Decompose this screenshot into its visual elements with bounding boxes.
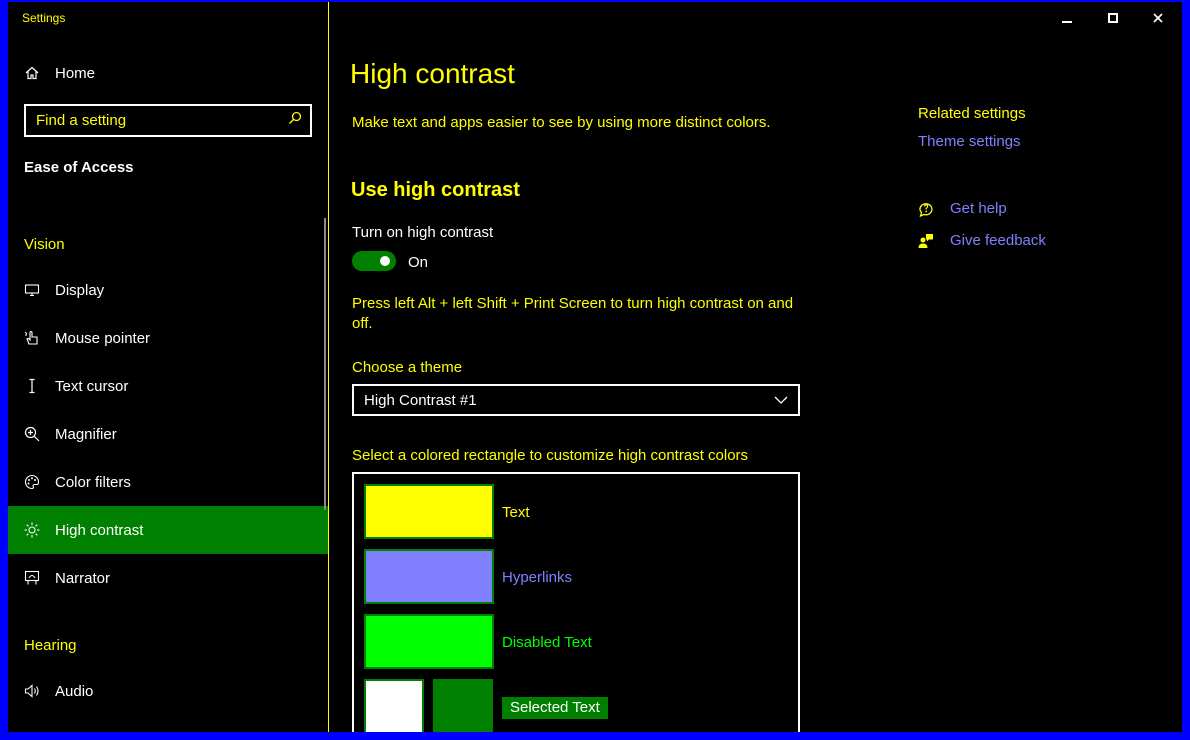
magnifier-icon [24, 426, 40, 442]
minimize-icon [1062, 21, 1072, 23]
group-heading-hearing: Hearing [24, 637, 77, 654]
page-title: High contrast [350, 58, 515, 89]
sidebar-item-label: Audio [55, 682, 94, 700]
related-settings-heading: Related settings [918, 105, 1026, 122]
sidebar-item-magnifier[interactable]: Magnifier [8, 410, 328, 458]
maximize-icon [1108, 13, 1118, 23]
help-icon [918, 201, 934, 217]
close-button[interactable] [1135, 2, 1181, 34]
get-help-label: Get help [950, 200, 1007, 217]
toggle-label: Turn on high contrast [352, 224, 494, 241]
sidebar-scrollbar[interactable] [324, 218, 326, 510]
speaker-icon [24, 683, 40, 699]
theme-dropdown-value: High Contrast #1 [364, 391, 477, 409]
shortcut-hint: Press left Alt + left Shift + Print Scre… [352, 295, 794, 332]
theme-label: Choose a theme [352, 359, 463, 376]
disabled-text-color-swatch[interactable] [364, 614, 494, 669]
text-color-label: Text [502, 504, 530, 521]
sidebar: Home Ease of Access Vision Display Mouse… [8, 2, 328, 732]
sidebar-item-audio[interactable]: Audio [8, 667, 328, 715]
text-cursor-icon [24, 378, 40, 394]
sidebar-home-label: Home [55, 64, 96, 82]
selected-text-foreground-swatch[interactable] [364, 679, 424, 732]
settings-window: Settings Home Ease of Access Vision [8, 2, 1182, 732]
colors-instruction: Select a colored rectangle to customize … [352, 447, 749, 464]
sidebar-item-mouse-pointer[interactable]: Mouse pointer [8, 314, 328, 362]
get-help-link[interactable]: Get help [918, 200, 1007, 217]
disabled-text-color-label: Disabled Text [502, 634, 592, 651]
group-heading-vision: Vision [24, 236, 65, 253]
page-description: Make text and apps easier to see by usin… [352, 114, 771, 131]
high-contrast-toggle[interactable] [352, 251, 396, 271]
sidebar-item-high-contrast[interactable]: High contrast [8, 506, 328, 554]
sidebar-item-color-filters[interactable]: Color filters [8, 458, 328, 506]
search-input[interactable] [36, 112, 266, 129]
mouse-pointer-icon [24, 330, 40, 346]
sidebar-item-label: Text cursor [55, 377, 129, 395]
brightness-icon [24, 522, 40, 538]
maximize-button[interactable] [1090, 2, 1136, 34]
sidebar-item-text-cursor[interactable]: Text cursor [8, 362, 328, 410]
sidebar-item-label: High contrast [55, 521, 144, 539]
toggle-knob [380, 256, 390, 266]
sidebar-item-label: Display [55, 281, 105, 299]
feedback-icon [918, 233, 934, 249]
sidebar-item-narrator[interactable]: Narrator [8, 554, 328, 602]
text-color-swatch[interactable] [364, 484, 494, 539]
hyperlinks-color-swatch[interactable] [364, 549, 494, 604]
give-feedback-label: Give feedback [950, 232, 1046, 249]
search-box[interactable] [24, 104, 312, 137]
hyperlinks-color-label: Hyperlinks [502, 569, 573, 586]
give-feedback-link[interactable]: Give feedback [918, 232, 1046, 249]
minimize-button[interactable] [1044, 2, 1090, 34]
theme-settings-link[interactable]: Theme settings [918, 133, 1021, 150]
sidebar-item-label: Mouse pointer [55, 329, 151, 347]
close-icon [1153, 13, 1163, 23]
sidebar-item-home[interactable]: Home [8, 49, 328, 97]
color-palette-icon [24, 474, 40, 490]
selected-text-background-swatch[interactable] [433, 679, 493, 732]
sidebar-item-label: Color filters [55, 473, 131, 491]
monitor-icon [24, 282, 40, 298]
colors-panel: Text Hyperlinks Disabled Text Selected T… [352, 472, 800, 732]
sidebar-item-display[interactable]: Display [8, 266, 328, 314]
chevron-down-icon [774, 396, 788, 404]
pane-divider [328, 2, 329, 732]
search-icon[interactable] [288, 111, 302, 130]
sidebar-item-label: Magnifier [55, 425, 117, 443]
home-icon [24, 65, 40, 81]
category-title: Ease of Access [24, 159, 134, 176]
sidebar-item-label: Narrator [55, 569, 111, 587]
toggle-state: On [408, 254, 429, 271]
selected-text-label: Selected Text [502, 697, 608, 719]
theme-dropdown[interactable]: High Contrast #1 [352, 384, 800, 416]
section-title: Use high contrast [351, 179, 520, 201]
narrator-icon [24, 570, 40, 586]
